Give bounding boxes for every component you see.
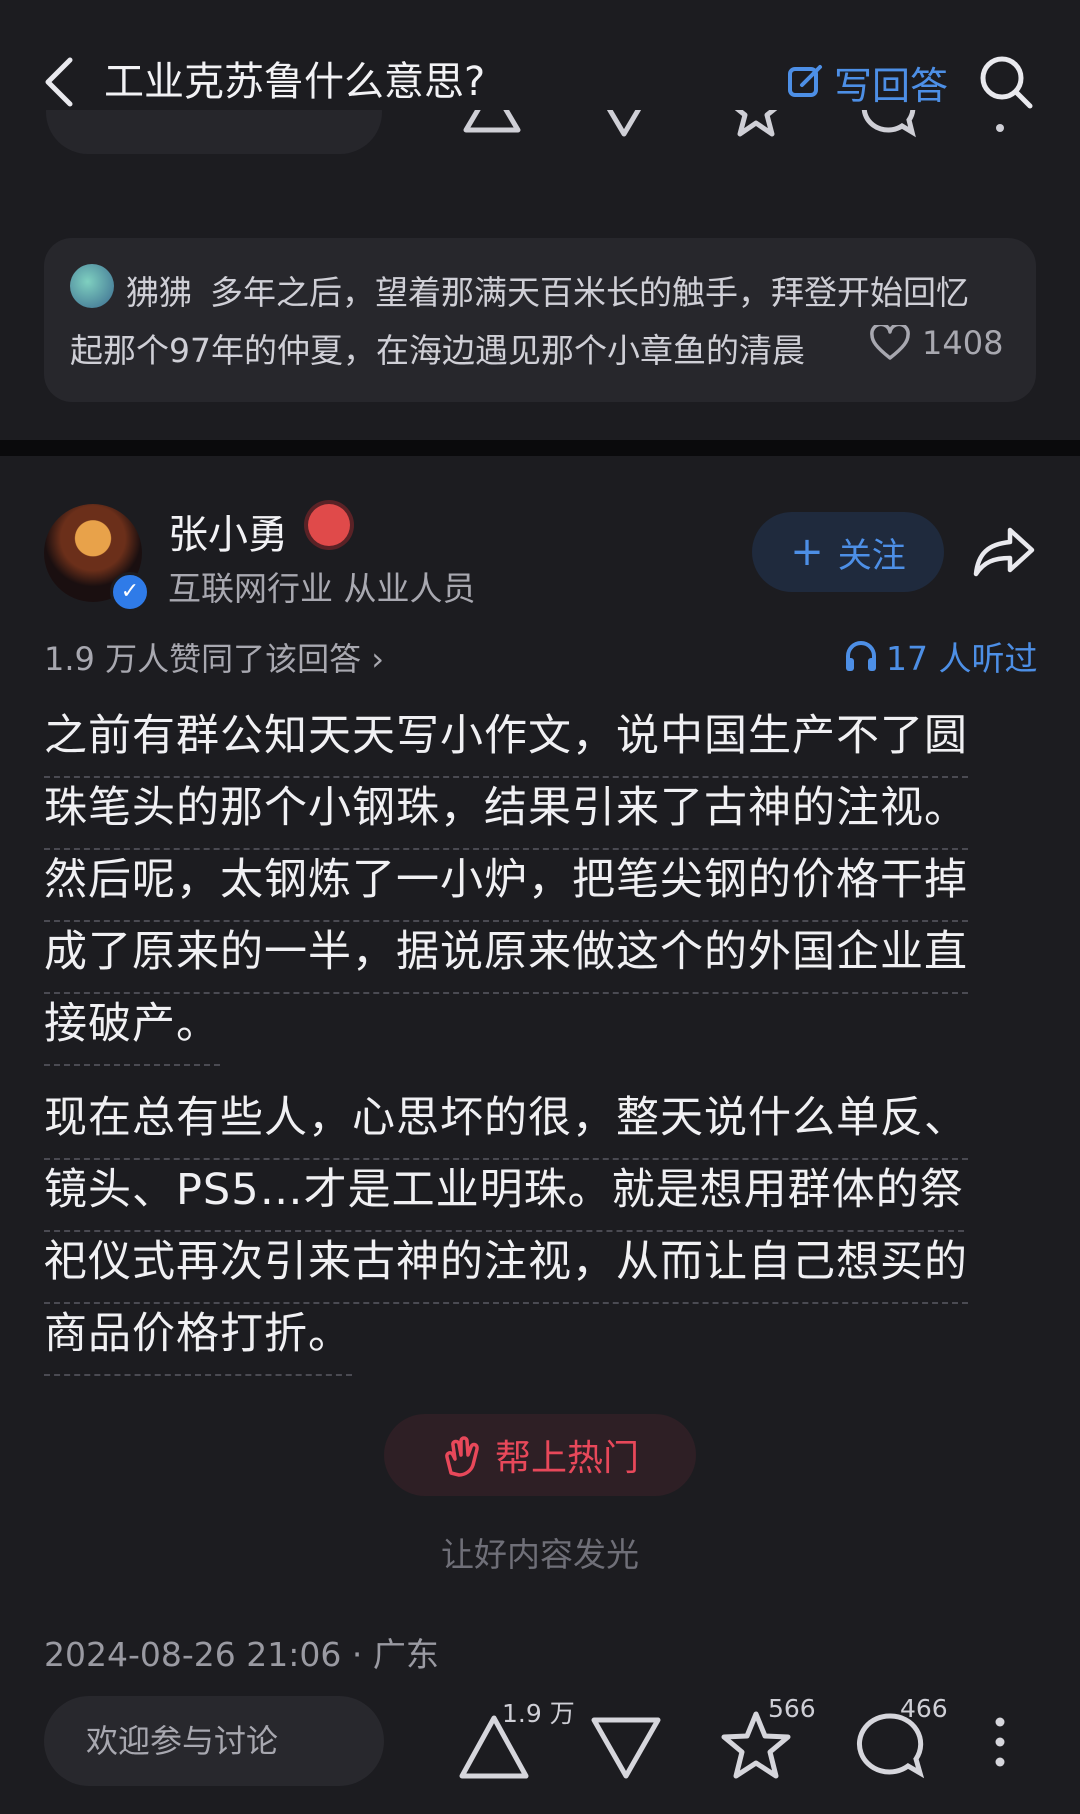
answer-body: 之前有群公知天天写小作文，说中国生产不了圆 珠笔头的那个小钢珠，结果引来了古神的… xyxy=(44,706,1036,1398)
agree-count-link[interactable]: 1.9 万人赞同了该回答 › xyxy=(44,634,384,680)
text-line: 商品价格打折。 xyxy=(44,1304,352,1376)
comment-avatar xyxy=(70,264,114,308)
question-title[interactable]: 工业克苏鲁什么意思? xyxy=(104,52,485,112)
paragraph: 之前有群公知天天写小作文，说中国生产不了圆 珠笔头的那个小钢珠，结果引来了古神的… xyxy=(44,706,1036,1066)
comment-text-line1: 多年之后，望着那满天百米长的触手，拜登开始回忆 xyxy=(210,273,969,312)
paragraph: 现在总有些人，心思坏的很，整天说什么单反、 镜头、PS5…才是工业明珠。就是想用… xyxy=(44,1088,1036,1376)
text-line: 祀仪式再次引来古神的注视，从而让自己想买的 xyxy=(44,1232,968,1304)
more-icon[interactable] xyxy=(990,110,1010,140)
author-title: 互联网行业 从业人员 xyxy=(168,569,476,608)
listen-count-label: 17 人听过 xyxy=(886,639,1038,678)
write-answer-label: 写回答 xyxy=(834,63,949,108)
upvote-icon[interactable] xyxy=(462,110,522,140)
section-divider xyxy=(0,440,1080,456)
verified-check-icon: ✓ xyxy=(110,572,150,612)
listen-count[interactable]: 17 人听过 xyxy=(844,632,1037,680)
boost-subtitle: 让好内容发光 xyxy=(441,1535,639,1574)
headphones-icon xyxy=(846,641,876,671)
favorite-icon[interactable] xyxy=(726,110,786,140)
text-line: 然后呢，太钢炼了一小炉，把笔尖钢的价格干掉 xyxy=(44,850,968,922)
more-icon[interactable] xyxy=(990,1712,1010,1772)
favorite-count: 566 xyxy=(768,1694,816,1723)
follow-label: 关注 xyxy=(837,535,906,576)
downvote-icon[interactable] xyxy=(594,110,654,140)
text-line: 现在总有些人，心思坏的很，整天说什么单反、 xyxy=(44,1088,968,1160)
previous-action-row xyxy=(0,110,1080,170)
heart-icon xyxy=(870,325,910,360)
comment-icon[interactable] xyxy=(858,110,918,140)
share-icon[interactable] xyxy=(972,522,1036,582)
discuss-input[interactable]: 欢迎参与讨论 xyxy=(44,1696,384,1786)
featured-comment-card[interactable]: 狒狒 多年之后，望着那满天百米长的触手，拜登开始回忆 起那个97年的仲夏，在海边遇… xyxy=(44,238,1036,402)
comment-text-line2: 起那个97年的仲夏，在海边遇见那个小章鱼的清晨 xyxy=(70,324,860,372)
text-line: 珠笔头的那个小钢珠，结果引来了古神的注视。 xyxy=(44,778,968,850)
author-name[interactable]: 张小勇 xyxy=(168,502,288,560)
comment-count: 466 xyxy=(900,1694,948,1723)
text-line: 镜头、PS5…才是工业明珠。就是想用群体的祭 xyxy=(44,1160,964,1232)
downvote-icon[interactable] xyxy=(586,1706,666,1786)
clap-hands-icon xyxy=(445,1436,479,1477)
follow-button[interactable]: + 关注 xyxy=(752,512,944,592)
boost-label: 帮上热门 xyxy=(494,1438,639,1479)
comment-author: 狒狒 xyxy=(126,273,192,312)
previous-discuss-input[interactable] xyxy=(46,110,382,154)
text-line: 接破产。 xyxy=(44,994,220,1066)
upvote-count: 1.9 万 xyxy=(502,1699,575,1728)
search-icon[interactable] xyxy=(976,52,1036,112)
comment-like-count: 1408 xyxy=(922,324,1004,362)
edit-icon xyxy=(788,65,822,97)
thumbs-up-badge-icon xyxy=(308,504,350,546)
comment-like-button[interactable]: 1408 xyxy=(870,324,1003,362)
text-line: 成了原来的一半，据说原来做这个的外国企业直 xyxy=(44,922,968,994)
post-timestamp: 2024-08-26 21:06 · 广东 xyxy=(44,1635,439,1674)
plus-icon: + xyxy=(790,529,824,575)
write-answer-button[interactable]: 写回答 xyxy=(786,52,948,112)
text-line: 之前有群公知天天写小作文，说中国生产不了圆 xyxy=(44,706,968,778)
boost-button[interactable]: 帮上热门 xyxy=(384,1414,696,1496)
back-arrow-icon[interactable] xyxy=(40,52,80,112)
